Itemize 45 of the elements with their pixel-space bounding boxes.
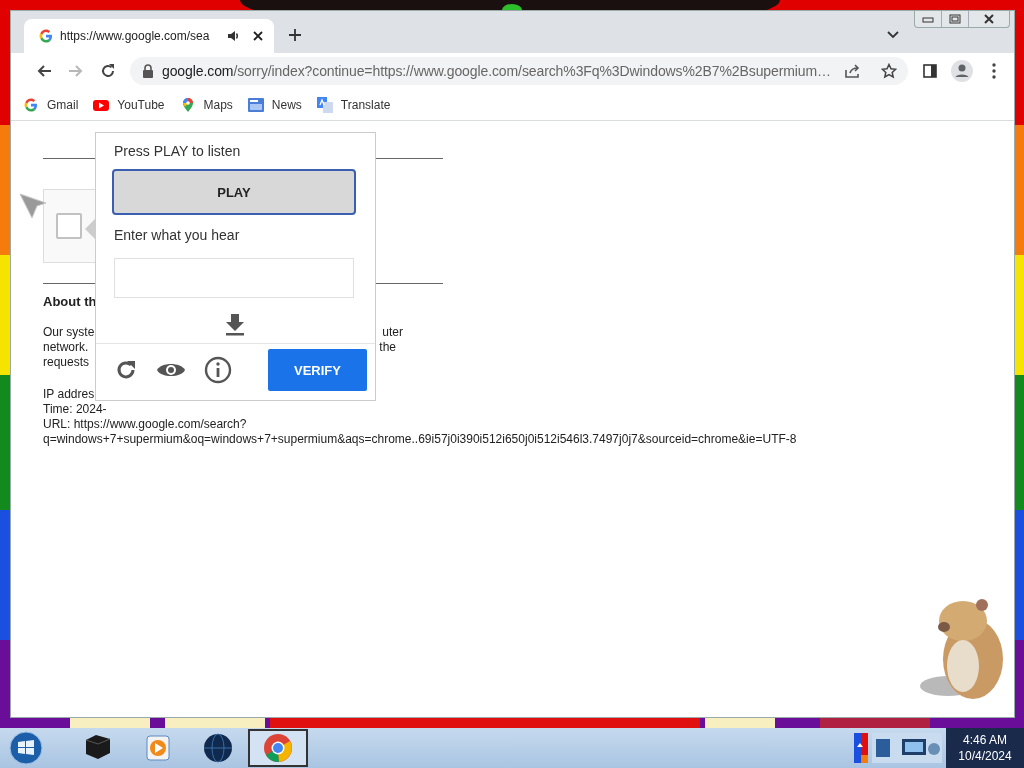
tray-flag-icon[interactable] <box>854 733 868 763</box>
browser-tab[interactable]: https://www.google.com/sea <box>24 19 274 53</box>
paragraph-text: network. <box>43 340 89 355</box>
bookmark-link[interactable]: Translate <box>316 96 391 113</box>
newspaper-icon <box>247 96 264 113</box>
lock-icon <box>142 64 154 78</box>
paragraph-text: Our syste <box>43 325 95 340</box>
bookmark-link[interactable]: Maps <box>179 96 233 113</box>
plus-icon[interactable] <box>288 27 302 42</box>
url-text: google.com/sorry/index?continue=https://www.google.com/search%3Fq%3Dwindows%2B7%2Bsupermium… <box>162 63 831 79</box>
bookmark-link[interactable]: Gmail <box>23 96 79 113</box>
instruction-text: Press PLAY to listen <box>114 142 242 160</box>
google-icon <box>38 28 54 44</box>
bookmark-link[interactable]: YouTube <box>93 96 165 113</box>
paragraph-text: uter <box>382 325 403 340</box>
answer-field[interactable] <box>114 258 354 298</box>
close-icon[interactable] <box>252 30 264 42</box>
play-button[interactable]: PLAY <box>112 169 356 215</box>
speaker-icon[interactable] <box>226 29 240 43</box>
chevron-down-icon[interactable] <box>887 31 899 39</box>
download-icon[interactable] <box>223 312 247 336</box>
bookmark-link[interactable]: News <box>247 96 302 113</box>
clock[interactable]: 4:46 AM 10/4/2024 <box>946 728 1024 768</box>
close-icon[interactable] <box>983 14 995 24</box>
translate-icon <box>316 96 333 113</box>
checkbox[interactable] <box>56 213 82 239</box>
maximize-icon[interactable] <box>949 14 961 24</box>
browser-icon[interactable] <box>248 729 308 767</box>
google-icon <box>23 96 39 113</box>
time-text: Time: 2024- <box>43 402 108 417</box>
network-tray-icon[interactable] <box>872 733 942 763</box>
info-icon[interactable] <box>204 356 232 384</box>
mouse-cursor-icon <box>19 193 47 219</box>
field-label: Enter what you hear <box>114 226 241 244</box>
verify-button[interactable]: VERIFY <box>268 349 367 391</box>
clock-date: 10/4/2024 <box>958 748 1012 764</box>
paragraph-text: requests <box>43 355 90 370</box>
minimize-icon[interactable] <box>922 15 934 23</box>
tab-title: https://www.google.com/sea <box>60 29 210 43</box>
clock-time: 4:46 AM <box>963 732 1007 748</box>
address-bar[interactable]: google.com/sorry/index?continue=https://www.google.com/search%3Fq%3Dwindows%2B7%2Bsupermium… <box>130 57 908 85</box>
start-button[interactable] <box>9 731 43 765</box>
paragraph-text: the <box>379 340 396 355</box>
ip-address-text: IP addres <box>43 387 96 402</box>
url-text: URL: https://www.google.com/search?q=windows+7+supermium&oq=windows+7+supermium&aqs=chrome..69i57j0i390i512i650j0i512i546l3.7497j0j7&sourceid=chrome&ie=UTF-8 <box>43 417 798 447</box>
